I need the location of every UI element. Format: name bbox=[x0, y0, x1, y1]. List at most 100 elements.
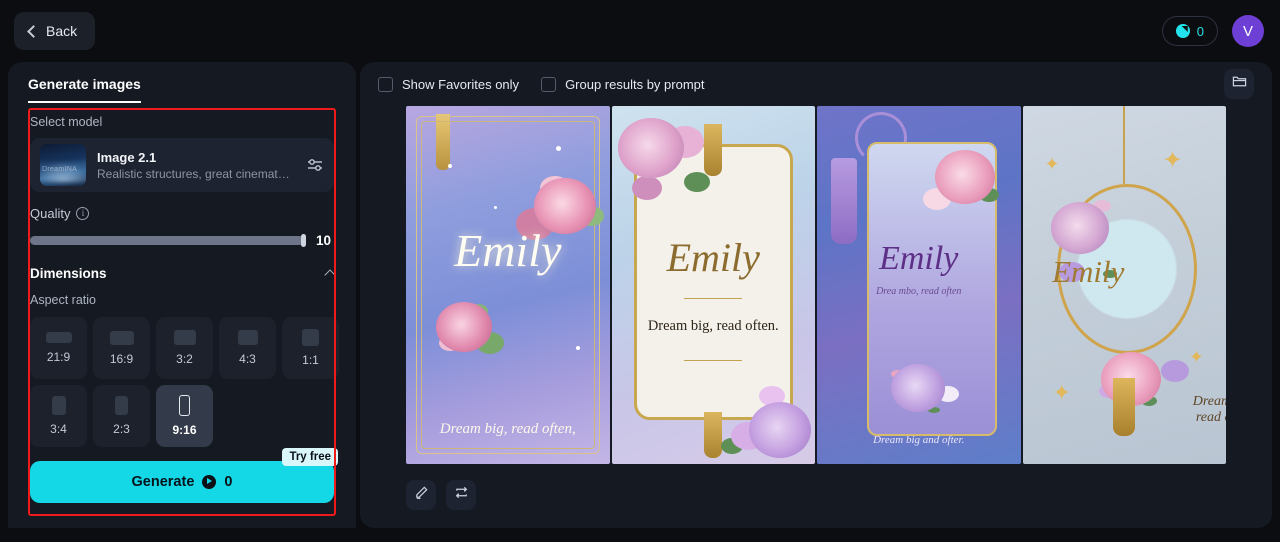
frame-decoration bbox=[633, 144, 793, 420]
aspect-ratio-grid: 21:9 16:9 3:2 4:3 1:1 3:4 2:3 9:16 bbox=[30, 317, 339, 447]
avatar-initial: V bbox=[1242, 22, 1253, 40]
sparkle bbox=[494, 206, 497, 209]
info-icon[interactable]: i bbox=[76, 207, 90, 220]
credits-badge[interactable]: 0 bbox=[1161, 16, 1218, 46]
quality-slider[interactable] bbox=[30, 234, 306, 247]
aspect-ratio-3-2[interactable]: 3:2 bbox=[156, 317, 213, 379]
avatar[interactable]: V bbox=[1232, 15, 1264, 47]
aspect-ratio-shape-icon bbox=[173, 330, 196, 345]
generate-wrap: Generate 0 Try free bbox=[30, 448, 338, 503]
result-image[interactable]: Emily Dream big, read often. bbox=[611, 106, 815, 464]
generate-cost: 0 bbox=[224, 474, 233, 490]
panel-body: Select model Image 2.1 Realistic structu… bbox=[8, 115, 356, 503]
aspect-ratio-9-16[interactable]: 9:16 bbox=[156, 385, 213, 447]
result-tools bbox=[360, 464, 1272, 510]
rose-decoration bbox=[617, 118, 684, 178]
aspect-ratio-shape-icon bbox=[115, 396, 128, 415]
aspect-ratio-label: 2:3 bbox=[113, 422, 130, 436]
ornament-divider bbox=[684, 360, 743, 361]
rose-decoration bbox=[1050, 202, 1109, 254]
aspect-ratio-shape-icon bbox=[45, 332, 72, 343]
chevron-up-icon[interactable] bbox=[324, 269, 336, 281]
result-tagline-secondary: Dream big and ofter. bbox=[873, 434, 965, 446]
pencil-icon bbox=[414, 485, 429, 505]
aspect-ratio-3-4[interactable]: 3:4 bbox=[30, 385, 87, 447]
sliders-icon[interactable] bbox=[306, 156, 324, 174]
show-favorites-label: Show Favorites only bbox=[402, 76, 520, 92]
panel-tabbar: Generate images bbox=[8, 62, 356, 103]
aspect-ratio-shape-icon bbox=[51, 396, 66, 415]
rose-decoration bbox=[749, 402, 811, 458]
result-image[interactable]: Emily Dream big, read often, bbox=[406, 106, 610, 464]
result-name: Emily bbox=[666, 235, 760, 280]
aspect-ratio-4-3[interactable]: 4:3 bbox=[219, 317, 276, 379]
sparkle bbox=[576, 346, 580, 350]
result-image[interactable]: Emily Drea mbo, read often Dream big and… bbox=[817, 106, 1021, 464]
aspect-ratio-shape-icon bbox=[237, 330, 258, 345]
folder-button[interactable] bbox=[1224, 69, 1254, 99]
frame-decoration bbox=[421, 121, 595, 449]
dimensions-title: Dimensions bbox=[30, 266, 107, 281]
quality-value: 10 bbox=[316, 233, 332, 248]
star-sparkle: ✦ bbox=[1162, 148, 1183, 174]
result-image[interactable]: ✦ ✦ ✦ ✦ Emily Dream big, read often. bbox=[1022, 106, 1226, 464]
sparkle bbox=[556, 146, 561, 151]
aspect-ratio-2-3[interactable]: 2:3 bbox=[93, 385, 150, 447]
tab-generate-images[interactable]: Generate images bbox=[28, 76, 141, 103]
aspect-ratio-shape-icon bbox=[302, 329, 319, 346]
rose-decoration bbox=[436, 302, 492, 352]
select-model-label: Select model bbox=[30, 115, 103, 129]
tassel-decoration bbox=[1113, 378, 1136, 436]
model-name: Image 2.1 bbox=[97, 149, 157, 165]
results-panel: Show Favorites only Group results by pro… bbox=[360, 62, 1272, 528]
show-favorites-checkbox[interactable]: Show Favorites only bbox=[378, 76, 520, 92]
star-sparkle: ✦ bbox=[1052, 380, 1071, 405]
chain-decoration bbox=[1123, 106, 1126, 184]
aspect-ratio-label: 21:9 bbox=[46, 350, 71, 364]
back-button-label: Back bbox=[46, 23, 78, 39]
sparkle bbox=[448, 164, 452, 168]
rose-decoration bbox=[891, 364, 945, 412]
model-card[interactable]: Image 2.1 Realistic structures, great ci… bbox=[30, 138, 334, 192]
credits-count: 0 bbox=[1196, 23, 1204, 39]
chevron-left-icon bbox=[27, 24, 40, 38]
aspect-ratio-label: Aspect ratio bbox=[30, 293, 97, 307]
aspect-ratio-label: 9:16 bbox=[172, 423, 197, 437]
checkbox-box[interactable] bbox=[541, 76, 557, 92]
dimensions-header[interactable]: Dimensions bbox=[30, 266, 336, 281]
aspect-ratio-label: 4:3 bbox=[239, 352, 256, 366]
aspect-ratio-label: 3:2 bbox=[176, 352, 193, 366]
edit-button[interactable] bbox=[406, 480, 436, 510]
aspect-ratio-1-1[interactable]: 1:1 bbox=[282, 317, 339, 379]
result-name: Emily bbox=[879, 240, 959, 277]
top-bar: Back 0 V bbox=[0, 0, 1280, 62]
star-sparkle: ✦ bbox=[1188, 347, 1204, 367]
model-thumbnail bbox=[40, 144, 86, 186]
aspect-ratio-label: 16:9 bbox=[109, 351, 134, 366]
back-button[interactable]: Back bbox=[14, 12, 96, 50]
aspect-ratio-16-9[interactable]: 16:9 bbox=[93, 317, 150, 379]
generate-panel: Generate images Select model Image 2.1 R… bbox=[8, 62, 356, 528]
top-bar-right: 0 V bbox=[1161, 15, 1264, 47]
checkbox-box[interactable] bbox=[378, 76, 393, 92]
try-free-badge[interactable]: Try free bbox=[282, 448, 338, 466]
star-sparkle: ✦ bbox=[1044, 154, 1060, 174]
result-tagline: Drea mbo, read often bbox=[876, 286, 962, 297]
result-name: Emily bbox=[1052, 254, 1125, 289]
generate-button-label: Generate bbox=[131, 474, 195, 490]
generate-button[interactable]: Generate 0 bbox=[30, 461, 334, 503]
ornament-divider bbox=[684, 298, 743, 299]
results-toolbar: Show Favorites only Group results by pro… bbox=[360, 62, 1272, 106]
tassel-decoration bbox=[831, 158, 857, 244]
quality-header: Quality i bbox=[30, 206, 334, 221]
results-gallery: Emily Dream big, read often, Emily Dream… bbox=[360, 106, 1272, 464]
app-root: Back 0 V Generate images Select model Im… bbox=[0, 0, 1280, 542]
aspect-ratio-shape-icon bbox=[179, 395, 190, 416]
aspect-ratio-21-9[interactable]: 21:9 bbox=[30, 317, 87, 379]
result-name: Emily bbox=[454, 225, 562, 276]
regenerate-button[interactable] bbox=[446, 480, 476, 510]
aspect-ratio-shape-icon bbox=[109, 330, 134, 345]
rose-decoration bbox=[934, 150, 995, 204]
group-results-checkbox[interactable]: Group results by prompt bbox=[541, 76, 705, 92]
quality-slider-thumb[interactable] bbox=[301, 234, 306, 247]
